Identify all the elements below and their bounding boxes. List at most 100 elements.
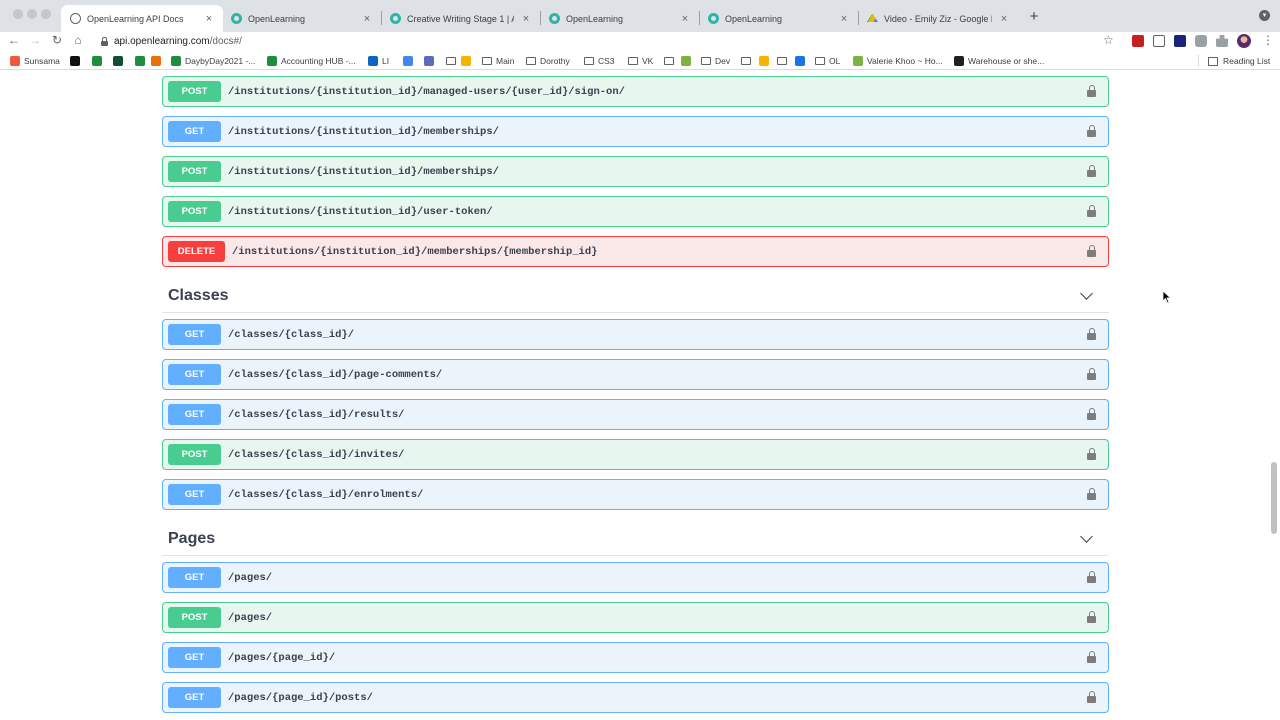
secure-lock-icon[interactable]	[101, 37, 108, 46]
operation-delete[interactable]: DELETE/institutions/{institution_id}/mem…	[162, 236, 1109, 267]
bookmark-item[interactable]	[741, 55, 755, 67]
lock-icon[interactable]	[1087, 488, 1096, 500]
bookmark-item[interactable]	[424, 55, 438, 67]
forward-arrow-icon[interactable]: →	[28, 33, 42, 48]
close-window-button[interactable]	[13, 9, 23, 19]
bookmark-favicon-icon	[461, 56, 471, 66]
bookmark-item[interactable]: Dev	[701, 55, 730, 67]
lock-icon[interactable]	[1087, 125, 1096, 137]
lock-icon[interactable]	[1087, 368, 1096, 380]
chevron-down-icon[interactable]	[1080, 287, 1093, 300]
bookmark-item[interactable]	[403, 55, 417, 67]
lock-icon[interactable]	[1087, 611, 1096, 623]
operation-get[interactable]: GET/pages/{page_id}/posts/	[162, 682, 1109, 713]
reading-list-button[interactable]: Reading List	[1208, 56, 1270, 66]
maximize-window-button[interactable]	[41, 9, 51, 19]
operation-post[interactable]: POST/institutions/{institution_id}/membe…	[162, 156, 1109, 187]
section-title: Classes	[168, 287, 229, 304]
screen-capture-icon[interactable]	[1153, 35, 1165, 47]
lock-icon[interactable]	[1087, 448, 1096, 460]
operation-get[interactable]: GET/pages/{page_id}/	[162, 642, 1109, 673]
bookmark-item[interactable]: Accounting HUB -...	[267, 55, 356, 67]
minimize-window-button[interactable]	[27, 9, 37, 19]
operation-get[interactable]: GET/classes/{class_id}/enrolments/	[162, 479, 1109, 510]
section-classes[interactable]: Classes	[162, 283, 1109, 313]
openlearning-icon	[390, 13, 401, 24]
tab-openlearning[interactable]: OpenLearning ×	[222, 5, 381, 32]
menu-kebab-icon[interactable]: ⋮	[1262, 33, 1274, 47]
profile-avatar[interactable]	[1237, 34, 1251, 48]
address-bar[interactable]: api.openlearning.com/docs#/	[92, 33, 1128, 49]
operation-post[interactable]: POST/pages/	[162, 602, 1109, 633]
bookmark-item[interactable]: LI	[368, 55, 389, 67]
section-pages[interactable]: Pages	[162, 526, 1109, 556]
home-icon[interactable]: ⌂	[71, 33, 85, 48]
bookmark-item[interactable]	[92, 55, 106, 67]
tab-openlearning-3[interactable]: OpenLearning ×	[699, 5, 858, 32]
bookmark-star-icon[interactable]: ☆	[1103, 33, 1114, 47]
operation-get[interactable]: GET/institutions/{institution_id}/member…	[162, 116, 1109, 147]
operation-post[interactable]: POST/classes/{class_id}/invites/	[162, 439, 1109, 470]
close-tab-icon[interactable]: ×	[520, 13, 532, 25]
tab-creative-writing[interactable]: Creative Writing Stage 1 | Aust ×	[381, 5, 540, 32]
bookmark-item[interactable]: Dorothy	[526, 55, 570, 67]
url-text[interactable]: api.openlearning.com/docs#/	[114, 36, 242, 47]
back-arrow-icon[interactable]: ←	[7, 33, 21, 48]
bookmark-item[interactable]: CS3	[584, 55, 615, 67]
close-tab-icon[interactable]: ×	[998, 13, 1010, 25]
operation-get[interactable]: GET/pages/	[162, 562, 1109, 593]
page-scrollbar[interactable]	[1271, 462, 1277, 534]
bookmark-item[interactable]: Warehouse or she...	[954, 55, 1044, 67]
endpoint-path: /classes/{class_id}/page-comments/	[228, 368, 443, 381]
reload-icon[interactable]: ↻	[50, 33, 64, 48]
operation-get[interactable]: GET/classes/{class_id}/page-comments/	[162, 359, 1109, 390]
lock-icon[interactable]	[1087, 571, 1096, 583]
bookmark-item[interactable]: Valerie Khoo ~ Ho...	[853, 55, 943, 67]
lock-icon[interactable]	[1087, 328, 1096, 340]
bookmark-item[interactable]	[759, 55, 773, 67]
bookmark-item[interactable]	[70, 55, 84, 67]
bookmark-item[interactable]	[681, 55, 695, 67]
puzzle-icon[interactable]	[1216, 35, 1228, 47]
camera-icon[interactable]	[1195, 35, 1207, 47]
bookmark-item[interactable]: Sunsama	[10, 55, 60, 67]
new-tab-button[interactable]: +	[1027, 8, 1041, 25]
lock-icon[interactable]	[1087, 165, 1096, 177]
bookmark-favicon-icon	[403, 56, 413, 66]
lock-icon[interactable]	[1087, 651, 1096, 663]
extension-icon[interactable]	[1174, 35, 1186, 47]
bookmark-item[interactable]	[135, 55, 149, 67]
bookmark-item[interactable]	[795, 55, 809, 67]
bookmark-item[interactable]	[151, 55, 165, 67]
lock-icon[interactable]	[1087, 85, 1096, 97]
tab-search-chevron-icon[interactable]: ▾	[1259, 10, 1270, 21]
operation-get[interactable]: GET/classes/{class_id}/	[162, 319, 1109, 350]
operation-get[interactable]: GET/classes/{class_id}/results/	[162, 399, 1109, 430]
close-tab-icon[interactable]: ×	[203, 13, 215, 25]
chevron-down-icon[interactable]	[1080, 530, 1093, 543]
lock-icon[interactable]	[1087, 408, 1096, 420]
lock-icon[interactable]	[1087, 205, 1096, 217]
bookmark-item[interactable]: VK	[628, 55, 653, 67]
bookmark-item[interactable]	[446, 55, 460, 67]
bookmark-item[interactable]: DaybyDay2021 -...	[171, 55, 255, 67]
operation-post[interactable]: POST/institutions/{institution_id}/manag…	[162, 76, 1109, 107]
lock-icon[interactable]	[1087, 245, 1096, 257]
close-tab-icon[interactable]: ×	[679, 13, 691, 25]
tab-openlearning-api-docs[interactable]: OpenLearning API Docs ×	[61, 5, 223, 32]
bookmark-item[interactable]	[664, 55, 678, 67]
bookmark-item[interactable]	[777, 55, 791, 67]
bookmark-label: VK	[642, 56, 654, 66]
endpoint-path: /pages/{page_id}/	[228, 651, 336, 664]
lock-icon[interactable]	[1087, 691, 1096, 703]
bookmark-item[interactable]	[461, 55, 475, 67]
close-tab-icon[interactable]: ×	[361, 13, 373, 25]
bookmark-item[interactable]	[113, 55, 127, 67]
extension-icon[interactable]	[1132, 35, 1144, 47]
bookmark-item[interactable]: Main	[482, 55, 514, 67]
tab-openlearning-2[interactable]: OpenLearning ×	[540, 5, 699, 32]
tab-google-drive-video[interactable]: Video - Emily Ziz - Google Drive ×	[858, 5, 1018, 32]
operation-post[interactable]: POST/institutions/{institution_id}/user-…	[162, 196, 1109, 227]
close-tab-icon[interactable]: ×	[838, 13, 850, 25]
bookmark-item[interactable]: OL	[815, 55, 840, 67]
